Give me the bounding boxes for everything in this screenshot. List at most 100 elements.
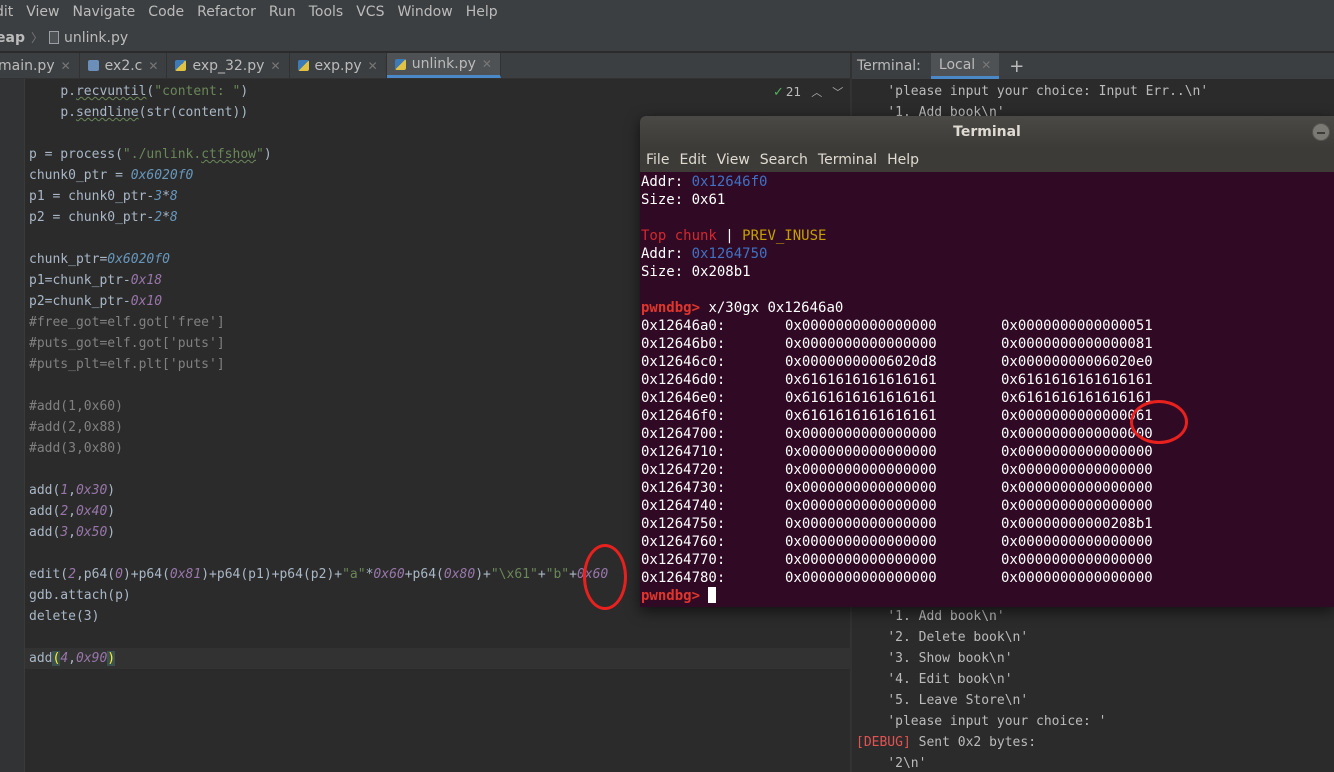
annotation-circle: [1130, 400, 1188, 444]
output-line: 'please input your choice: ': [856, 711, 1106, 732]
memory-address: 0x1264720:: [641, 462, 726, 478]
tab-unlink-py[interactable]: unlink.py ✕: [386, 53, 501, 78]
close-icon[interactable]: ✕: [148, 59, 158, 73]
tab-ex2-c[interactable]: ex2.c ✕: [80, 53, 168, 78]
code-line: p.recvuntil("content: "): [29, 81, 248, 102]
menu-vcs[interactable]: VCS: [349, 0, 390, 24]
memory-dump-row: 0x12646e0: 0x6161616161616161 0x6161616161…: [640, 389, 1334, 407]
memory-dump-row: 0x1264760: 0x0000000000000000 0x0000000000…: [640, 533, 1334, 551]
pwndbg-prompt: pwndbg>: [641, 300, 701, 316]
memory-value: 0x0000000000000000: [1001, 552, 1153, 568]
c-file-icon: [87, 60, 99, 71]
terminal-menu-view[interactable]: View: [712, 152, 755, 168]
new-terminal-button[interactable]: +: [999, 53, 1034, 79]
tab-local[interactable]: Local ✕: [930, 53, 1000, 79]
pwndbg-prompt: pwndbg>: [641, 588, 701, 604]
chunk-addr: 0x1264750: [691, 246, 768, 262]
close-icon[interactable]: ✕: [270, 59, 280, 73]
tab-label: Local: [938, 56, 976, 73]
editor-gutter: [0, 79, 25, 772]
terminal-title: Terminal: [953, 124, 1021, 140]
memory-value: 0x0000000000000000: [785, 534, 937, 550]
tab-exp-py[interactable]: exp.py ✕: [290, 53, 387, 78]
menu-window[interactable]: Window: [390, 0, 458, 24]
prev-inuse-flag: PREV_INUSE: [742, 228, 827, 244]
tab-label: main.py: [0, 57, 55, 74]
prompt-line[interactable]: pwndbg>: [641, 587, 717, 605]
terminal-menu-edit[interactable]: Edit: [674, 152, 711, 168]
chunk-size: 0x208b1: [691, 264, 751, 280]
memory-dump-row: 0x1264720: 0x0000000000000000 0x0000000000…: [640, 461, 1334, 479]
menu-help[interactable]: Help: [459, 0, 504, 24]
terminal-content[interactable]: Addr: 0x12646f0 Size: 0x61 Top chunk | P…: [640, 172, 1334, 607]
memory-value: 0x0000000000000000: [1001, 498, 1153, 514]
python-file-icon: [394, 58, 406, 70]
terminal-menu-search[interactable]: Search: [755, 152, 813, 168]
debug-tag: [DEBUG]: [856, 735, 911, 750]
memory-address: 0x1264750:: [641, 516, 726, 532]
memory-address: 0x12646e0:: [641, 390, 726, 406]
close-icon[interactable]: ✕: [981, 58, 991, 72]
code-line: #puts_got=elf.got['puts']: [29, 336, 225, 351]
menu-run[interactable]: Run: [262, 0, 302, 24]
menu-navigate[interactable]: Navigate: [66, 0, 142, 24]
memory-address: 0x12646d0:: [641, 372, 726, 388]
memory-value: 0x0000000000000051: [1001, 318, 1153, 334]
terminal-titlebar[interactable]: Terminal: [640, 116, 1334, 148]
output-line: '2. Delete book\n': [856, 627, 1028, 648]
terminal-menu-terminal[interactable]: Terminal: [813, 152, 882, 168]
editor-tabs: main.py ✕ ex2.c ✕ exp_32.py ✕ exp.py ✕ u…: [0, 53, 850, 79]
memory-dump-row: 0x12646b0: 0x0000000000000000 0x0000000000…: [640, 335, 1334, 353]
menu-tools[interactable]: Tools: [302, 0, 350, 24]
memory-address: 0x12646c0:: [641, 354, 726, 370]
memory-dump-row: 0x1264740: 0x0000000000000000 0x0000000000…: [640, 497, 1334, 515]
code-line: delete(3): [29, 609, 100, 624]
close-icon[interactable]: ✕: [482, 57, 492, 71]
menu-code[interactable]: Code: [141, 0, 190, 24]
breadcrumb-project[interactable]: eap: [0, 30, 25, 46]
memory-dump-row: 0x12646a0: 0x0000000000000000 0x0000000000…: [640, 317, 1334, 335]
ide-menubar: dit View Navigate Code Refactor Run Tool…: [0, 0, 1334, 24]
minimize-icon[interactable]: [1312, 123, 1330, 141]
memory-value: 0x6161616161616161: [785, 408, 937, 424]
terminal-menu-help[interactable]: Help: [882, 152, 924, 168]
output-text: '4. Edit book\n': [887, 672, 1013, 687]
menu-refactor[interactable]: Refactor: [190, 0, 262, 24]
close-icon[interactable]: ✕: [61, 59, 71, 73]
memory-value: 0x0000000000000000: [785, 462, 937, 478]
memory-value: 0x0000000000000000: [1001, 462, 1153, 478]
chevron-right-icon: 〉: [30, 31, 43, 45]
code-line: #add(1,0x60): [29, 399, 123, 414]
tab-main-py[interactable]: main.py ✕: [0, 53, 80, 78]
terminal-tool-title: Terminal:: [857, 58, 921, 74]
memory-dump-row: 0x12646c0: 0x00000000006020d8 0x0000000000…: [640, 353, 1334, 371]
close-icon[interactable]: ✕: [368, 59, 378, 73]
output-line: '2\n': [856, 753, 926, 772]
memory-address: 0x1264740:: [641, 498, 726, 514]
chevron-up-icon[interactable]: ︿: [811, 84, 822, 100]
menu-edit[interactable]: dit: [0, 0, 19, 24]
memory-value: 0x0000000000000000: [1001, 480, 1153, 496]
tab-exp-32-py[interactable]: exp_32.py ✕: [167, 53, 290, 78]
memory-value: 0x0000000000000000: [785, 426, 937, 442]
code-line: p1=chunk_ptr-0x18: [29, 273, 163, 288]
memory-dump-row: 0x1264710: 0x0000000000000000 0x0000000000…: [640, 443, 1334, 461]
gnome-terminal-window[interactable]: Terminal File Edit View Search Terminal …: [640, 116, 1334, 607]
terminal-menu-file[interactable]: File: [640, 152, 674, 168]
size-label: Size:: [641, 192, 684, 208]
memory-value: 0x6161616161616161: [1001, 372, 1153, 388]
memory-value: 0x0000000000000000: [785, 498, 937, 514]
inspection-widget[interactable]: ✓ 21 ︿ ﹀: [773, 84, 843, 100]
code-line: #puts_plt=elf.plt['puts']: [29, 357, 225, 372]
memory-address: 0x1264760:: [641, 534, 726, 550]
chevron-down-icon[interactable]: ﹀: [832, 84, 843, 100]
chunk-size-line: Size: 0x61: [641, 191, 725, 209]
memory-dump-row: 0x1264700: 0x0000000000000000 0x0000000000…: [640, 425, 1334, 443]
menu-view[interactable]: View: [19, 0, 65, 24]
memory-dump-row: 0x1264730: 0x0000000000000000 0x0000000000…: [640, 479, 1334, 497]
output-text: '5. Leave Store\n': [887, 693, 1029, 708]
breadcrumb-file[interactable]: unlink.py: [64, 30, 128, 46]
size-label: Size:: [641, 264, 684, 280]
memory-value: 0x0000000000000000: [785, 570, 937, 586]
memory-dump-row: 0x12646d0: 0x6161616161616161 0x6161616161…: [640, 371, 1334, 389]
